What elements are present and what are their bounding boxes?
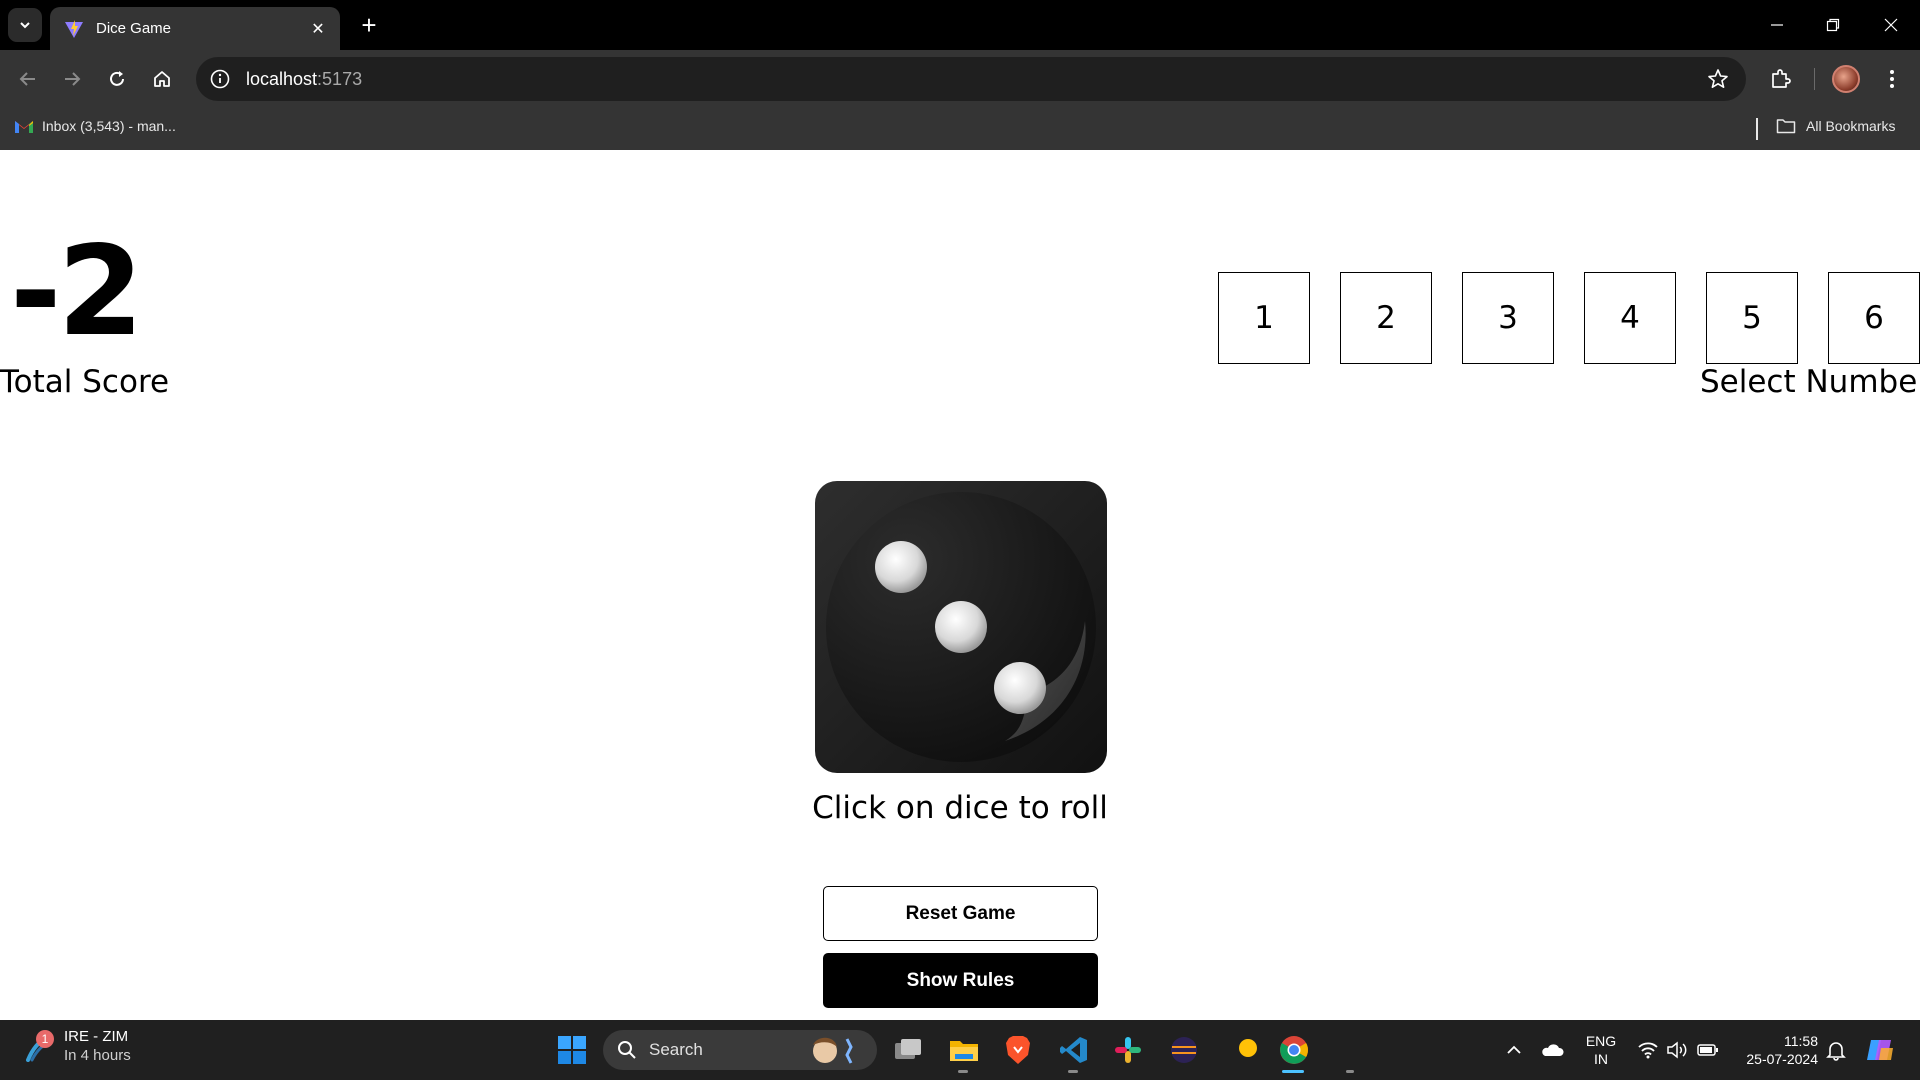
number-box-5[interactable]: 5 xyxy=(1706,272,1798,364)
vscode-running-indicator xyxy=(1068,1070,1078,1073)
chrome-icon[interactable] xyxy=(1274,1030,1314,1070)
slack-icon[interactable] xyxy=(1108,1030,1148,1070)
site-info-icon[interactable] xyxy=(209,68,231,90)
dice-button[interactable] xyxy=(815,481,1107,773)
clock[interactable]: 11:58 25-07-2024 xyxy=(1732,1032,1818,1068)
new-tab-icon[interactable]: + xyxy=(354,10,384,40)
explorer-running-indicator xyxy=(958,1070,968,1073)
extensions-icon[interactable] xyxy=(1764,63,1796,95)
number-box-4[interactable]: 4 xyxy=(1584,272,1676,364)
number-box-3[interactable]: 3 xyxy=(1462,272,1554,364)
chevron-down-icon xyxy=(20,22,30,29)
browser-toolbar: localhost:5173 xyxy=(0,50,1920,108)
show-hidden-icons-icon[interactable] xyxy=(1494,1030,1534,1070)
tab-dice-game[interactable]: Dice Game ✕ xyxy=(50,7,340,50)
taskbar-search-label: Search xyxy=(649,1040,703,1059)
bookmark-inbox-label: Inbox (3,543) - man... xyxy=(42,118,176,134)
widget-subtitle: In 4 hours xyxy=(64,1047,131,1064)
dice-pip xyxy=(935,601,987,653)
onedrive-icon[interactable] xyxy=(1532,1030,1572,1070)
all-bookmarks-button[interactable]: All Bookmarks xyxy=(1776,118,1895,134)
url-port: :5173 xyxy=(317,68,363,89)
dice-game-page: -2 Total Score 1 2 3 4 5 6 Select Number xyxy=(0,150,1920,1020)
bookmarks-bar: Inbox (3,543) - man... All Bookmarks xyxy=(0,108,1920,150)
hidden-app-indicator xyxy=(1346,1070,1354,1073)
clock-date: 25-07-2024 xyxy=(1746,1051,1818,1067)
folder-icon xyxy=(1776,119,1796,134)
language-code: ENG xyxy=(1585,1033,1617,1049)
vite-logo-icon xyxy=(65,19,83,38)
forward-icon[interactable] xyxy=(56,63,88,95)
reload-icon[interactable] xyxy=(101,63,133,95)
tab-title: Dice Game xyxy=(96,20,172,37)
file-explorer-icon[interactable] xyxy=(944,1030,984,1070)
bookmark-inbox[interactable]: Inbox (3,543) - man... xyxy=(14,118,176,134)
close-window-icon[interactable] xyxy=(1868,12,1914,38)
eclipse-icon[interactable] xyxy=(1164,1030,1204,1070)
copilot-icon[interactable] xyxy=(1860,1030,1900,1070)
roll-hint-text: Click on dice to roll xyxy=(812,790,1108,826)
task-view-icon[interactable] xyxy=(888,1030,928,1070)
notifications-icon[interactable] xyxy=(1816,1030,1856,1070)
region-code: IN xyxy=(1594,1051,1608,1067)
number-box-2[interactable]: 2 xyxy=(1340,272,1432,364)
dice-pip xyxy=(994,662,1046,714)
chrome-active-indicator xyxy=(1282,1070,1304,1073)
gmail-icon xyxy=(15,121,33,133)
tab-close-icon[interactable]: ✕ xyxy=(308,19,328,39)
clock-time: 11:58 xyxy=(1784,1033,1818,1049)
tab-search-button[interactable] xyxy=(8,8,42,42)
total-score-label: Total Score xyxy=(0,364,170,400)
toolbar-divider xyxy=(1814,68,1815,90)
input-language[interactable]: ENG IN xyxy=(1578,1032,1624,1068)
bookmarks-separator xyxy=(1756,118,1758,140)
windows-start-icon[interactable] xyxy=(552,1030,592,1070)
status-dot-icon xyxy=(1228,1028,1268,1068)
bookmark-star-icon[interactable] xyxy=(1706,67,1730,91)
search-highlight-icon xyxy=(813,1037,853,1064)
widget-title: IRE - ZIM xyxy=(64,1028,129,1045)
widget-badge: 1 xyxy=(36,1030,54,1048)
windows-taskbar: 1 IRE - ZIM In 4 hours Search ENG IN 11:… xyxy=(0,1020,1920,1080)
back-icon[interactable] xyxy=(12,63,44,95)
dice-pip xyxy=(875,541,927,593)
brave-browser-icon[interactable] xyxy=(998,1030,1038,1070)
url-host: localhost xyxy=(246,68,318,89)
number-box-1[interactable]: 1 xyxy=(1218,272,1310,364)
restore-icon[interactable] xyxy=(1810,12,1856,38)
search-icon xyxy=(618,1041,636,1059)
profile-avatar[interactable] xyxy=(1832,65,1860,93)
address-bar[interactable]: localhost:5173 xyxy=(196,57,1746,101)
dice-face-three-icon xyxy=(826,492,1096,762)
weather-widget[interactable]: 1 IRE - ZIM In 4 hours xyxy=(24,1028,131,1066)
vscode-icon[interactable] xyxy=(1054,1030,1094,1070)
reset-game-button[interactable]: Reset Game xyxy=(823,886,1098,941)
home-icon[interactable] xyxy=(146,63,178,95)
select-number-label: Select Number xyxy=(1700,364,1920,400)
menu-kebab-icon[interactable] xyxy=(1876,63,1908,95)
minimize-icon[interactable] xyxy=(1754,12,1800,38)
total-score-value: -2 xyxy=(10,220,144,364)
number-box-6[interactable]: 6 xyxy=(1828,272,1920,364)
browser-tabstrip: Dice Game ✕ + xyxy=(0,0,1920,50)
show-rules-button[interactable]: Show Rules xyxy=(823,953,1098,1008)
all-bookmarks-label: All Bookmarks xyxy=(1806,118,1896,134)
battery-icon[interactable] xyxy=(1688,1030,1728,1070)
cricket-icon: 1 xyxy=(24,1030,54,1062)
taskbar-search[interactable]: Search xyxy=(603,1030,877,1070)
